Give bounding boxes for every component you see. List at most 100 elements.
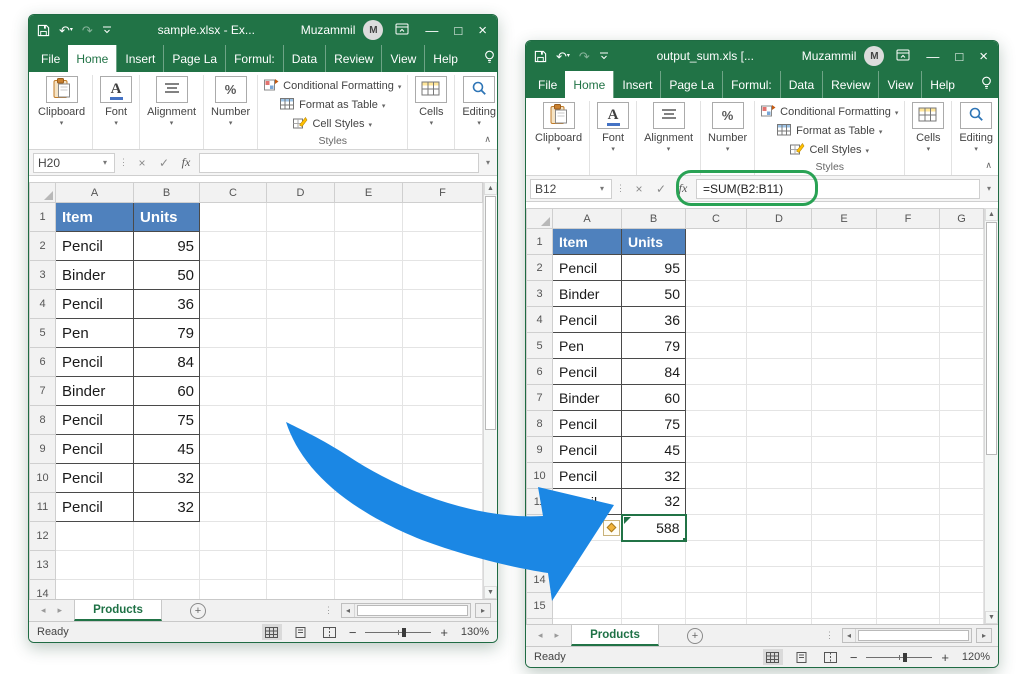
cell-B4[interactable]: 36 [134, 290, 200, 319]
cell-D5[interactable] [747, 333, 812, 359]
cell-B12[interactable]: 588 [622, 515, 686, 541]
cell-E10[interactable] [335, 464, 403, 493]
insert-function-icon[interactable]: fx [177, 155, 195, 170]
cell-E1[interactable] [812, 229, 877, 255]
cell-G14[interactable] [940, 567, 984, 593]
cell-C9[interactable] [200, 435, 267, 464]
row-header-9[interactable]: 9 [527, 437, 553, 463]
cell-A12[interactable] [56, 522, 134, 551]
ribbon-tab-page-la[interactable]: Page La [660, 71, 722, 98]
cell-G5[interactable] [940, 333, 984, 359]
cell-E6[interactable] [335, 348, 403, 377]
row-header-3[interactable]: 3 [527, 281, 553, 307]
cell-F10[interactable] [403, 464, 483, 493]
col-header-C[interactable]: C [686, 209, 747, 229]
cell-A2[interactable]: Pencil [56, 232, 134, 261]
cell-D6[interactable] [747, 359, 812, 385]
cell-F7[interactable] [877, 385, 940, 411]
cell-F13[interactable] [403, 551, 483, 580]
cell-C16[interactable] [686, 619, 747, 625]
cell-B6[interactable]: 84 [622, 359, 686, 385]
col-header-F[interactable]: F [403, 183, 483, 203]
cell-A4[interactable]: Pencil [56, 290, 134, 319]
zoom-level[interactable]: 130% [457, 626, 489, 638]
cell-B10[interactable]: 32 [622, 463, 686, 489]
ribbon-tab-insert[interactable]: Insert [613, 71, 660, 98]
fill-handle[interactable] [682, 537, 686, 541]
row-header-16[interactable]: 16 [527, 619, 553, 625]
name-box[interactable]: H20▾ [33, 153, 115, 173]
cell-C6[interactable] [200, 348, 267, 377]
scrollbar-thumb[interactable] [858, 630, 969, 641]
page-break-view-icon[interactable] [320, 624, 340, 640]
cell-B1[interactable]: Units [622, 229, 686, 255]
cell-C8[interactable] [200, 406, 267, 435]
close-button[interactable]: × [979, 48, 988, 65]
sheet-tab-products[interactable]: Products [74, 600, 162, 621]
cell-A2[interactable]: Pencil [553, 255, 622, 281]
select-all-corner[interactable] [527, 209, 553, 229]
cell-F6[interactable] [403, 348, 483, 377]
ribbon-group-font[interactable]: A Font ▾ [590, 101, 637, 175]
row-header-2[interactable]: 2 [30, 232, 56, 261]
cell-B11[interactable]: 32 [622, 489, 686, 515]
cell-D14[interactable] [747, 567, 812, 593]
cell-E7[interactable] [812, 385, 877, 411]
ribbon-tab-formul[interactable]: Formul: [225, 45, 283, 72]
cell-C10[interactable] [200, 464, 267, 493]
close-button[interactable]: × [478, 22, 487, 39]
formula-input[interactable] [199, 153, 479, 173]
cell-C12[interactable] [200, 522, 267, 551]
cell-A13[interactable] [56, 551, 134, 580]
cell-A9[interactable]: Pencil [56, 435, 134, 464]
zoom-slider-thumb[interactable] [402, 628, 406, 637]
save-icon[interactable] [37, 24, 50, 37]
account-name[interactable]: Muzammil [301, 23, 356, 37]
scroll-left-icon[interactable]: ◂ [342, 604, 355, 617]
cell-B5[interactable]: 79 [622, 333, 686, 359]
ribbon-tab-data[interactable]: Data [780, 71, 822, 98]
name-box[interactable]: B12▾ [530, 179, 612, 199]
cell-D12[interactable] [747, 515, 812, 541]
undo-icon[interactable]: ↶▾ [59, 24, 73, 37]
cell-D1[interactable] [267, 203, 335, 232]
cell-F15[interactable] [877, 593, 940, 619]
cell-C5[interactable] [200, 319, 267, 348]
normal-view-icon[interactable] [763, 649, 783, 665]
avatar[interactable]: M [363, 20, 383, 40]
add-sheet-button[interactable]: + [190, 603, 206, 619]
cell-F3[interactable] [877, 281, 940, 307]
scroll-up-icon[interactable]: ▲ [985, 208, 998, 221]
cell-A8[interactable]: Pencil [56, 406, 134, 435]
cell-B8[interactable]: 75 [622, 411, 686, 437]
cell-F3[interactable] [403, 261, 483, 290]
cell-E8[interactable] [812, 411, 877, 437]
zoom-slider[interactable] [365, 632, 431, 633]
cell-C9[interactable] [686, 437, 747, 463]
row-header-15[interactable]: 15 [527, 593, 553, 619]
cell-C1[interactable] [686, 229, 747, 255]
tell-me[interactable]: Tell me [476, 45, 498, 72]
cell-E9[interactable] [812, 437, 877, 463]
row-header-2[interactable]: 2 [527, 255, 553, 281]
cell-A6[interactable]: Pencil [56, 348, 134, 377]
ribbon-group-font[interactable]: A Font ▾ [93, 75, 140, 149]
cell-C13[interactable] [200, 551, 267, 580]
col-header-D[interactable]: D [267, 183, 335, 203]
cell-A14[interactable] [56, 580, 134, 600]
cell-B12[interactable] [134, 522, 200, 551]
cell-E6[interactable] [812, 359, 877, 385]
scroll-up-icon[interactable]: ▲ [484, 182, 497, 195]
cell-F10[interactable] [877, 463, 940, 489]
cell-F9[interactable] [403, 435, 483, 464]
cell-F14[interactable] [877, 567, 940, 593]
cell-A16[interactable] [553, 619, 622, 625]
cell-F8[interactable] [877, 411, 940, 437]
col-header-B[interactable]: B [134, 183, 200, 203]
cell-F14[interactable] [403, 580, 483, 600]
sheet-nav-arrows[interactable]: ◂▸ [29, 600, 74, 621]
cell-C8[interactable] [686, 411, 747, 437]
row-header-5[interactable]: 5 [527, 333, 553, 359]
cell-E16[interactable] [812, 619, 877, 625]
ribbon-group-editing[interactable]: Editing ▾ [455, 75, 498, 149]
